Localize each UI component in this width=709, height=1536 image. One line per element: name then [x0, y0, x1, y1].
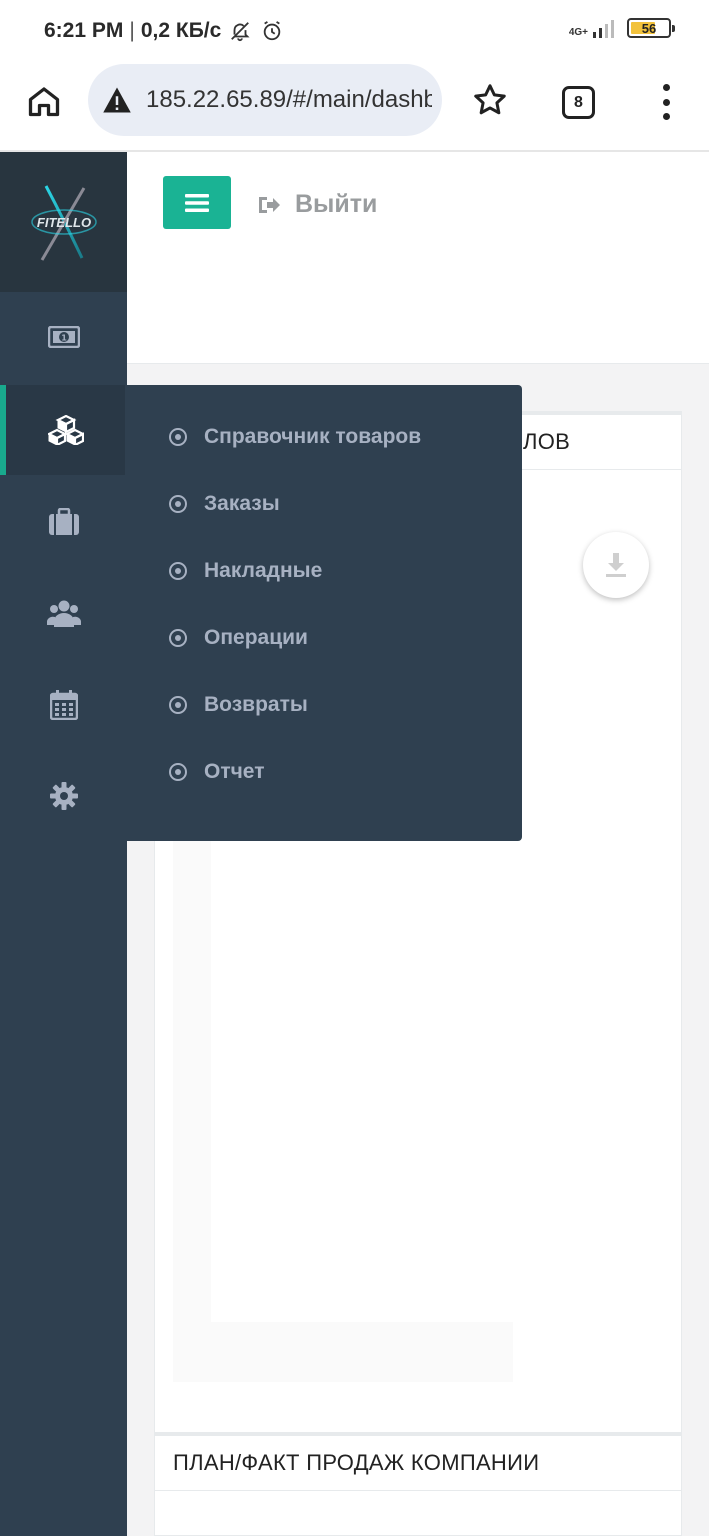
battery-level: 56	[641, 20, 657, 36]
svg-text:1: 1	[61, 334, 67, 343]
sidebar-item-briefcase[interactable]	[0, 477, 127, 567]
download-button[interactable]	[583, 532, 649, 598]
hamburger-icon	[185, 193, 209, 212]
signal-icon	[593, 20, 614, 38]
submenu-item-label: Возвраты	[204, 692, 308, 716]
sign-out-icon	[259, 196, 280, 213]
status-left: 6:21 PM | 0,2 КБ/с	[44, 18, 285, 44]
submenu-item-report[interactable]: Отчет	[125, 738, 522, 805]
more-options-icon[interactable]	[654, 82, 678, 122]
logo-text: FITELLO	[36, 215, 90, 230]
logout-label: Выйти	[295, 190, 378, 218]
sidebar-item-calendar[interactable]	[0, 660, 127, 750]
submenu-item-label: Справочник товаров	[204, 424, 422, 448]
gear-icon	[49, 782, 78, 810]
dot-circle-icon	[169, 561, 187, 580]
submenu-item-label: Операции	[204, 625, 308, 649]
submenu-item-product-catalog[interactable]: Справочник товаров	[125, 403, 522, 470]
address-bar[interactable]: 185.22.65.89/#/main/dashboard	[88, 64, 442, 136]
dashboard-panel-plan-fact: ПЛАН/ФАКТ ПРОДАЖ КОМПАНИИ	[154, 1432, 682, 1536]
logo-icon: FITELLO	[30, 185, 97, 261]
status-speed: 0,2 КБ/с	[140, 19, 222, 42]
status-bar: 6:21 PM | 0,2 КБ/с 4G+ 56	[0, 0, 709, 64]
sidebar: FITELLO 1	[0, 152, 127, 1536]
sidebar-item-finance[interactable]: 1	[0, 292, 127, 382]
url-text: 185.22.65.89/#/main/dashboard	[146, 86, 432, 113]
brand-logo[interactable]: FITELLO	[0, 152, 127, 292]
chart-area-bottom	[173, 1322, 513, 1382]
sidebar-item-products[interactable]	[0, 385, 125, 475]
signal-indicator: 4G+	[569, 18, 617, 38]
sidebar-item-users[interactable]	[0, 568, 127, 658]
alarm-icon	[259, 18, 285, 44]
dot-circle-icon	[169, 695, 187, 714]
home-button[interactable]	[24, 81, 64, 121]
page: Выйти ЛОВ ПЛАН/ФАКТ ПРОДАЖ КОМПАНИИ FITE…	[0, 152, 709, 1536]
status-right: 4G+ 56	[569, 18, 675, 38]
calendar-icon	[49, 690, 78, 720]
submenu-item-label: Отчет	[204, 759, 265, 783]
cubes-icon	[47, 415, 84, 445]
dot-circle-icon	[169, 427, 187, 446]
top-navbar: Выйти	[127, 152, 709, 364]
users-icon	[46, 600, 81, 627]
panel-title-text: ЛОВ	[523, 429, 571, 454]
briefcase-icon	[48, 508, 79, 535]
submenu-item-operations[interactable]: Операции	[125, 604, 522, 671]
battery-icon: 56	[627, 18, 675, 38]
panel-title: ПЛАН/ФАКТ ПРОДАЖ КОМПАНИИ	[155, 1433, 681, 1491]
bell-off-icon	[227, 18, 253, 44]
status-separator: |	[129, 19, 135, 42]
products-submenu: Справочник товаров Заказы Накладные Опер…	[125, 385, 522, 841]
status-time: 6:21 PM	[44, 19, 124, 42]
money-icon: 1	[47, 326, 80, 348]
submenu-item-returns[interactable]: Возвраты	[125, 671, 522, 738]
submenu-item-label: Заказы	[204, 491, 280, 515]
dot-circle-icon	[169, 762, 187, 781]
dot-circle-icon	[169, 494, 187, 513]
sidebar-item-settings[interactable]	[0, 751, 127, 841]
download-icon	[606, 553, 626, 577]
dot-circle-icon	[169, 628, 187, 647]
network-type: 4G+	[568, 27, 588, 38]
home-icon	[28, 87, 60, 117]
submenu-item-orders[interactable]: Заказы	[125, 470, 522, 537]
bookmark-button[interactable]	[470, 80, 510, 120]
browser-toolbar: 185.22.65.89/#/main/dashboard 8	[0, 64, 709, 152]
logout-link[interactable]: Выйти	[257, 190, 377, 219]
warning-icon	[103, 87, 131, 113]
star-icon	[474, 84, 506, 115]
tab-switcher-button[interactable]: 8	[562, 86, 595, 119]
submenu-item-label: Накладные	[204, 558, 323, 582]
menu-toggle-button[interactable]	[163, 176, 231, 229]
submenu-item-invoices[interactable]: Накладные	[125, 537, 522, 604]
